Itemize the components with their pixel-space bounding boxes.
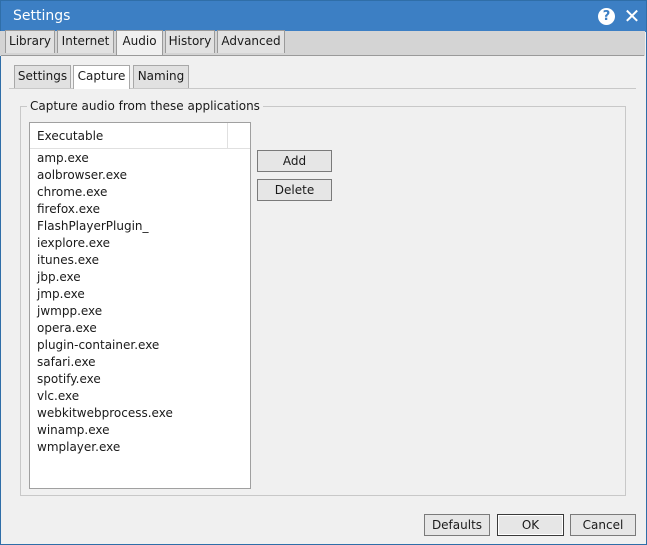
delete-button[interactable]: Delete bbox=[257, 179, 332, 201]
capture-group-label: Capture audio from these applications bbox=[27, 99, 263, 113]
list-item[interactable]: winamp.exe bbox=[30, 422, 250, 439]
defaults-button[interactable]: Defaults bbox=[424, 514, 490, 536]
list-item[interactable]: webkitwebprocess.exe bbox=[30, 405, 250, 422]
add-button[interactable]: Add bbox=[257, 150, 332, 172]
list-item[interactable]: FlashPlayerPlugin_ bbox=[30, 218, 250, 235]
list-item[interactable]: jwmpp.exe bbox=[30, 303, 250, 320]
question-mark-icon[interactable]: ? bbox=[598, 8, 615, 25]
list-item[interactable]: plugin-container.exe bbox=[30, 337, 250, 354]
close-icon[interactable]: ✕ bbox=[622, 5, 642, 27]
tab-library[interactable]: Library bbox=[5, 30, 55, 53]
subtab-settings[interactable]: Settings bbox=[14, 65, 71, 88]
cancel-button[interactable]: Cancel bbox=[570, 514, 636, 536]
list-item[interactable]: itunes.exe bbox=[30, 252, 250, 269]
list-item[interactable]: amp.exe bbox=[30, 150, 250, 167]
list-item[interactable]: vlc.exe bbox=[30, 388, 250, 405]
list-item[interactable]: spotify.exe bbox=[30, 371, 250, 388]
column-separator[interactable] bbox=[227, 123, 228, 149]
list-item[interactable]: wmplayer.exe bbox=[30, 439, 250, 456]
tab-history[interactable]: History bbox=[165, 30, 215, 53]
tab-advanced[interactable]: Advanced bbox=[217, 30, 285, 53]
executable-rows: amp.exe aolbrowser.exe chrome.exe firefo… bbox=[30, 150, 250, 456]
ok-button[interactable]: OK bbox=[497, 514, 564, 536]
window-title: Settings bbox=[13, 8, 71, 24]
subtab-naming[interactable]: Naming bbox=[133, 65, 189, 88]
column-header-executable[interactable]: Executable bbox=[37, 129, 103, 143]
list-item[interactable]: opera.exe bbox=[30, 320, 250, 337]
list-item[interactable]: jmp.exe bbox=[30, 286, 250, 303]
list-item[interactable]: iexplore.exe bbox=[30, 235, 250, 252]
list-item[interactable]: aolbrowser.exe bbox=[30, 167, 250, 184]
list-item[interactable]: chrome.exe bbox=[30, 184, 250, 201]
title-bar[interactable]: Settings ? ✕ bbox=[1, 1, 646, 32]
executable-list[interactable]: Executable amp.exe aolbrowser.exe chrome… bbox=[29, 122, 251, 489]
list-item[interactable]: firefox.exe bbox=[30, 201, 250, 218]
tab-audio[interactable]: Audio bbox=[116, 30, 163, 55]
tab-internet[interactable]: Internet bbox=[57, 30, 114, 53]
list-item[interactable]: safari.exe bbox=[30, 354, 250, 371]
list-item[interactable]: jbp.exe bbox=[30, 269, 250, 286]
list-header: Executable bbox=[30, 123, 250, 149]
subtab-capture[interactable]: Capture bbox=[73, 65, 130, 89]
